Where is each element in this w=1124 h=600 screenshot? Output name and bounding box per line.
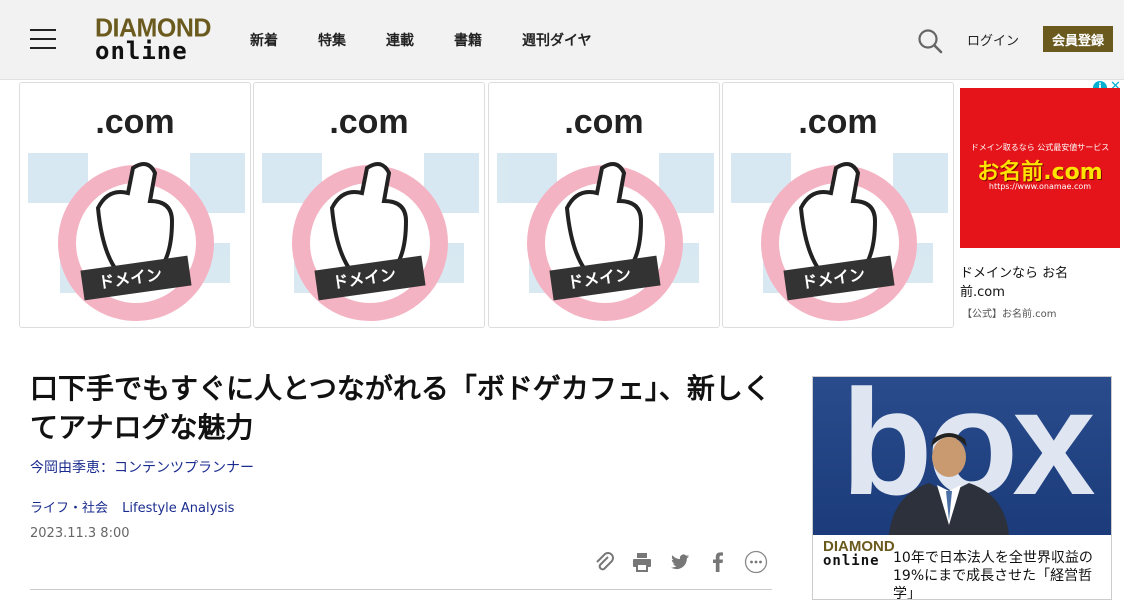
promo-logo: DIAMOND online bbox=[823, 539, 895, 568]
login-link[interactable]: ログイン bbox=[967, 30, 1019, 49]
ad-tile[interactable]: .com ドメイン bbox=[488, 82, 720, 328]
article-author[interactable]: 今岡由季恵：コンテンツプランナー bbox=[30, 457, 254, 477]
ad-tile[interactable]: .com ドメイン bbox=[722, 82, 954, 328]
category-link[interactable]: Lifestyle Analysis bbox=[122, 501, 234, 516]
nav-item-feature[interactable]: 特集 bbox=[318, 30, 346, 50]
share-toolbar bbox=[592, 550, 768, 574]
logo-line1: DIAMOND bbox=[95, 13, 211, 43]
side-ad-title[interactable]: ドメインなら お名前.com bbox=[960, 264, 1080, 302]
article-title: 口下手でもすぐに人とつながれる「ボドゲカフェ」、新しくてアナログな魅力 bbox=[30, 372, 771, 444]
article-date: 2023.11.3 8:00 bbox=[30, 526, 130, 541]
twitter-icon[interactable] bbox=[668, 550, 692, 574]
register-button[interactable]: 会員登録 bbox=[1043, 26, 1113, 52]
print-icon[interactable] bbox=[630, 550, 654, 574]
side-ad-line1: ドメイン取るなら 公式最安値サービス bbox=[970, 143, 1110, 152]
promo-text: 10年で日本法人を全世界収益の19%にまで成長させた「経営哲学」 bbox=[893, 550, 1093, 600]
side-ad-banner[interactable]: ドメイン取るなら 公式最安値サービス お名前.com https://www.o… bbox=[960, 88, 1120, 248]
search-icon[interactable] bbox=[917, 28, 943, 54]
site-logo[interactable]: DIAMOND online bbox=[95, 13, 211, 63]
nav-item-series[interactable]: 連載 bbox=[386, 30, 414, 50]
ad-tile[interactable]: .com ドメイン bbox=[253, 82, 485, 328]
menu-icon[interactable] bbox=[30, 29, 56, 49]
clip-icon[interactable] bbox=[592, 550, 616, 574]
promo-logo-line2: online bbox=[823, 553, 880, 569]
ad-domain-text: .com bbox=[95, 103, 175, 141]
category-link[interactable]: ライフ・社会 bbox=[30, 501, 108, 516]
site-header: DIAMOND online 新着 特集 連載 書籍 週刊ダイヤ ログイン 会員… bbox=[0, 0, 1124, 80]
main-nav: 新着 特集 連載 書籍 週刊ダイヤ bbox=[250, 30, 592, 50]
ad-domain-text: .com bbox=[329, 103, 409, 141]
promo-image: box bbox=[813, 377, 1111, 535]
article-divider bbox=[30, 589, 772, 590]
side-ad-source: 【公式】お名前.com bbox=[962, 309, 1057, 320]
nav-item-new[interactable]: 新着 bbox=[250, 30, 278, 50]
ad-tile[interactable]: .com ドメイン bbox=[19, 82, 251, 328]
ad-domain-text: .com bbox=[564, 103, 644, 141]
ad-domain-text: .com bbox=[798, 103, 878, 141]
more-icon[interactable] bbox=[744, 550, 768, 574]
nav-item-books[interactable]: 書籍 bbox=[454, 30, 482, 50]
article-categories: ライフ・社会 Lifestyle Analysis bbox=[30, 497, 244, 516]
promo-logo-line1: DIAMOND bbox=[823, 538, 895, 555]
side-ad-line3: https://www.onamae.com bbox=[988, 182, 1092, 191]
businessman-photo bbox=[889, 433, 1009, 535]
promo-card[interactable]: box DIAMOND online 10年で日本法人を全世界収益の19%にまで… bbox=[812, 376, 1112, 600]
nav-item-weekly[interactable]: 週刊ダイヤ bbox=[522, 30, 592, 50]
facebook-icon[interactable] bbox=[706, 550, 730, 574]
